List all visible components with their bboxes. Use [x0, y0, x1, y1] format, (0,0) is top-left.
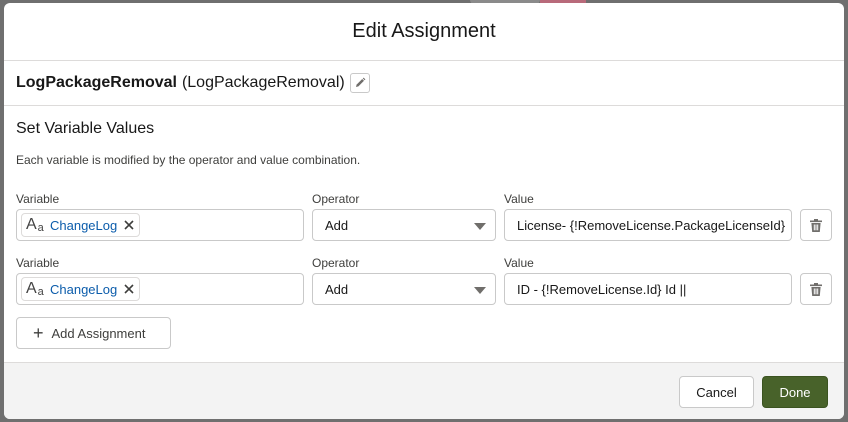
cancel-button[interactable]: Cancel: [679, 376, 754, 408]
value-text: ID - {!RemoveLicense.Id} Id ||: [517, 281, 687, 297]
operator-select[interactable]: Add: [312, 209, 496, 241]
variable-input[interactable]: Aa ChangeLog: [16, 273, 304, 305]
value-input[interactable]: License- {!RemoveLicense.PackageLicenseI…: [504, 209, 792, 241]
value-label: Value: [504, 192, 534, 206]
plus-icon: +: [33, 323, 44, 343]
value-input[interactable]: ID - {!RemoveLicense.Id} Id ||: [504, 273, 792, 305]
operator-label: Operator: [312, 192, 360, 206]
variable-label: Variable: [16, 256, 60, 270]
edit-name-button[interactable]: [349, 73, 370, 93]
modal-header: Edit Assignment: [4, 3, 844, 61]
element-label: LogPackageRemoval: [16, 74, 177, 91]
pencil-icon: [355, 77, 366, 87]
section-title: Set Variable Values: [16, 120, 155, 137]
delete-row-button[interactable]: [800, 209, 832, 241]
close-icon[interactable]: [123, 283, 135, 295]
trash-icon: [810, 218, 822, 232]
value-text: License- {!RemoveLicense.PackageLicenseI…: [517, 217, 786, 233]
variable-pill-label: ChangeLog: [50, 217, 118, 233]
variable-pill: Aa ChangeLog: [21, 213, 141, 237]
caret-down-icon: [474, 223, 486, 230]
add-assignment-label: Add Assignment: [51, 325, 146, 341]
operator-value: Add: [325, 281, 349, 297]
modal-title: Edit Assignment: [352, 20, 496, 42]
text-type-icon: Aa: [26, 216, 44, 234]
caret-down-icon: [474, 287, 486, 294]
section-description: Each variable is modified by the operato…: [16, 153, 361, 167]
element-name-row: LogPackageRemoval (LogPackageRemoval): [4, 61, 844, 106]
operator-label: Operator: [312, 256, 360, 270]
variable-pill: Aa ChangeLog: [21, 277, 141, 301]
operator-value: Add: [325, 217, 349, 233]
done-button[interactable]: Done: [762, 376, 828, 408]
text-type-icon: Aa: [26, 280, 44, 298]
modal-footer: Cancel Done: [4, 362, 844, 419]
variable-input[interactable]: Aa ChangeLog: [16, 209, 304, 241]
delete-row-button[interactable]: [800, 273, 832, 305]
value-label: Value: [504, 256, 534, 270]
set-variable-values-section: Set Variable Values Each variable is mod…: [4, 106, 844, 167]
element-api-name: (LogPackageRemoval): [181, 74, 345, 91]
edit-assignment-modal: Edit Assignment LogPackageRemoval (LogPa…: [4, 3, 844, 419]
variable-pill-label: ChangeLog: [50, 281, 118, 297]
close-icon[interactable]: [123, 219, 135, 231]
trash-icon: [810, 282, 822, 296]
operator-select[interactable]: Add: [312, 273, 496, 305]
add-assignment-button[interactable]: + Add Assignment: [16, 317, 171, 349]
variable-label: Variable: [16, 192, 60, 206]
